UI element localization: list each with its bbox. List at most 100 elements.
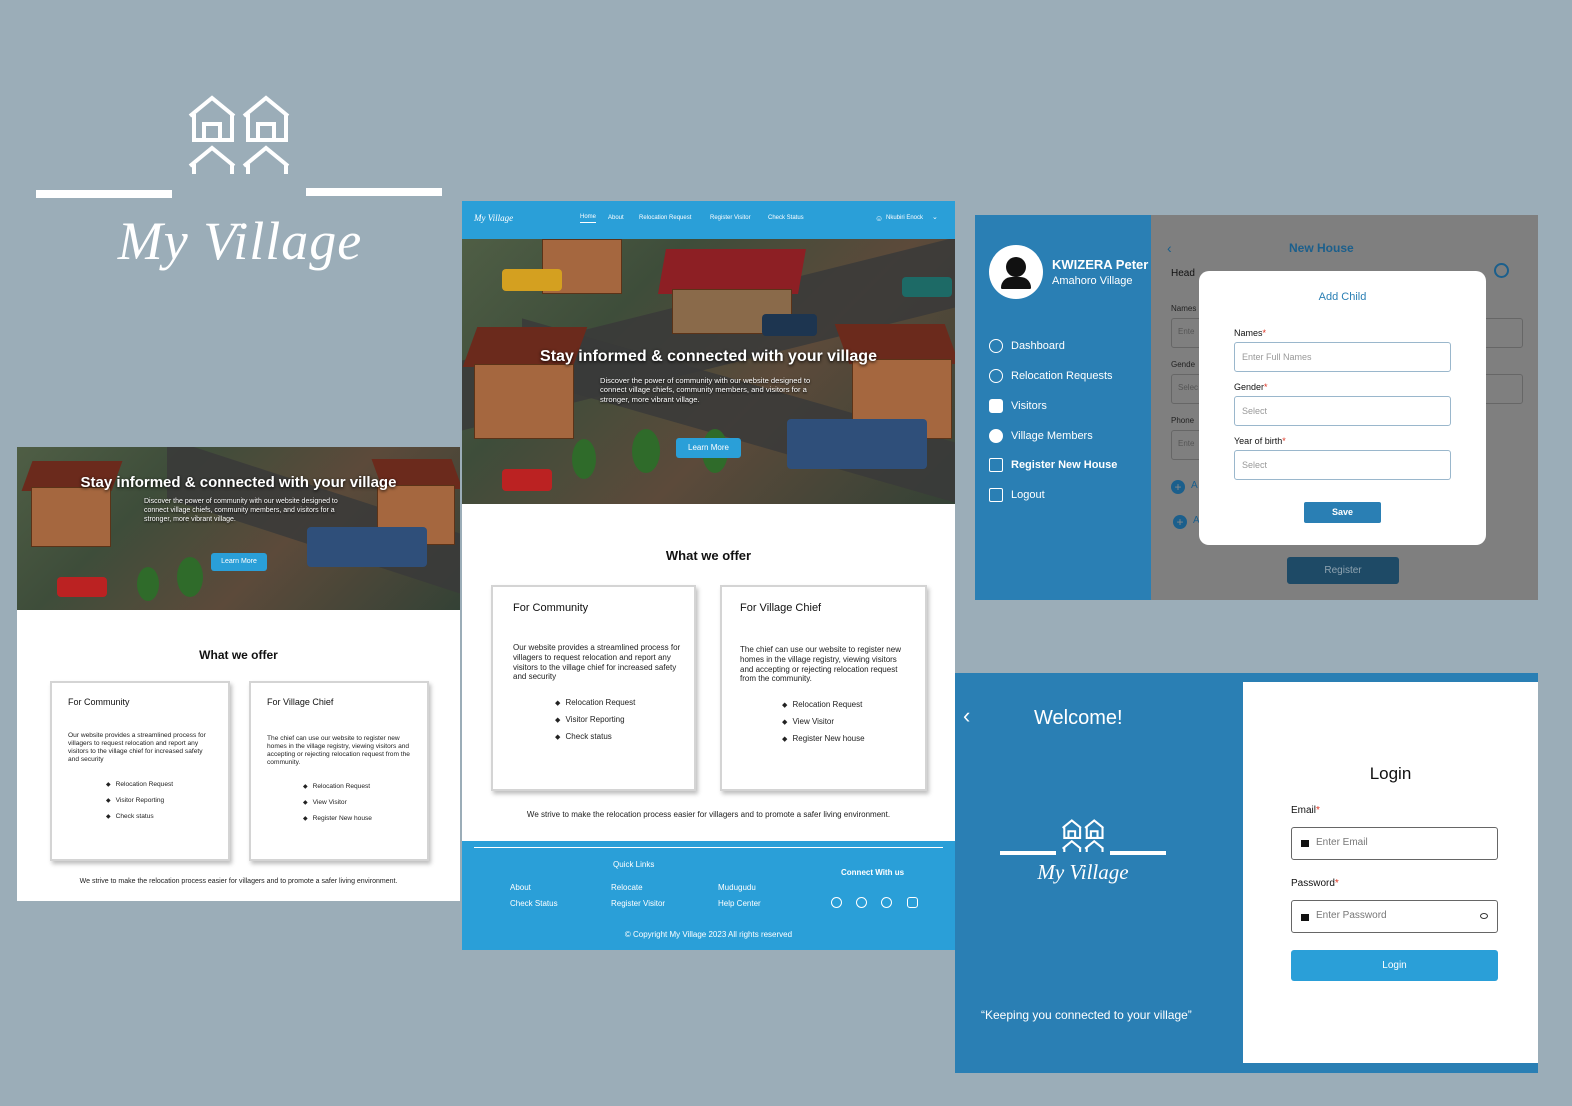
page-title: New House: [1289, 241, 1354, 255]
right-field-bg-1: [1481, 318, 1523, 348]
password-placeholder: Enter Password: [1316, 910, 1387, 921]
password-field[interactable]: Enter Password: [1291, 900, 1498, 933]
login-title: Login: [1369, 764, 1412, 783]
village-houses-icon: [188, 95, 290, 174]
footer-link-register-visitor[interactable]: Register Visitor: [611, 899, 665, 908]
list-item: Register New house: [303, 811, 372, 827]
names-label: Names*: [1234, 328, 1267, 338]
menu-logout[interactable]: Logout: [989, 488, 1045, 502]
year-select[interactable]: Select: [1234, 450, 1451, 480]
nav-relocation-request[interactable]: Relocation Request: [639, 215, 691, 221]
nav-home[interactable]: Home: [580, 214, 597, 223]
user-village: Amahoro Village: [1052, 275, 1133, 287]
visitors-icon: [989, 399, 1003, 413]
list-item: Visitor Reporting: [106, 793, 173, 809]
card-title: For Village Chief: [740, 602, 822, 614]
sidebar: KWIZERA Peter Amahoro Village Dashboard …: [975, 215, 1151, 600]
register-button[interactable]: Register: [1287, 557, 1399, 584]
gender-select[interactable]: Select: [1234, 396, 1451, 426]
names-input[interactable]: Enter Full Names: [1234, 342, 1451, 372]
list-item: View Visitor: [782, 713, 865, 730]
small-hero-title: Stay informed & connected with your vill…: [80, 474, 397, 491]
nav-check-status[interactable]: Check Status: [768, 215, 804, 221]
nav-brand[interactable]: My Village: [474, 213, 513, 223]
welcome-text: Welcome!: [1034, 707, 1123, 729]
logo-text: My Village: [117, 211, 363, 271]
logo-line-left: [36, 190, 172, 198]
nav-about[interactable]: About: [608, 215, 624, 221]
card-list: Relocation Request View Visitor Register…: [303, 779, 372, 827]
quote: “Keeping you connected to your village”: [981, 1008, 1192, 1022]
user-icon: ☺: [875, 214, 884, 223]
twitter-icon[interactable]: [831, 897, 842, 908]
card-chief: For Village Chief The chief can use our …: [720, 585, 927, 791]
village-houses-icon: [1062, 819, 1104, 853]
hero-title: Stay informed & connected with your vill…: [540, 348, 877, 365]
back-arrow-icon[interactable]: ‹: [1167, 240, 1172, 256]
footer-link-about[interactable]: About: [510, 883, 531, 892]
logo-line-left: [1000, 851, 1056, 855]
hero-subtitle: Discover the power of community with our…: [600, 376, 811, 404]
list-item: View Visitor: [303, 795, 372, 811]
login-button[interactable]: Login: [1291, 950, 1498, 981]
footer-link-mudugudu[interactable]: Mudugudu: [718, 883, 756, 892]
login-page: ‹ Welcome! My Village “Keeping you conne…: [955, 673, 1538, 1073]
lock-icon: [1301, 914, 1309, 921]
footer-link-relocate[interactable]: Relocate: [611, 883, 643, 892]
learn-more-button[interactable]: Learn More: [676, 438, 741, 458]
back-icon[interactable]: ‹: [963, 703, 970, 729]
logo-line-right: [306, 188, 442, 196]
card-list: Relocation Request View Visitor Register…: [782, 696, 865, 747]
card-text: The chief can use our website to registe…: [267, 735, 410, 767]
list-item: Relocation Request: [782, 696, 865, 713]
menu-register-new-house[interactable]: Register New House: [989, 458, 1117, 472]
offer-heading: What we offer: [665, 548, 752, 563]
add-icon[interactable]: +: [1173, 515, 1187, 529]
list-item: Relocation Request: [303, 779, 372, 795]
card-community: For Community Our website provides a str…: [491, 585, 696, 791]
add-icon[interactable]: +: [1171, 480, 1185, 494]
small-learn-more-button[interactable]: Learn More: [211, 553, 267, 571]
year-label: Year of birth*: [1234, 436, 1286, 446]
members-icon: [989, 429, 1003, 443]
login-panel: Login Email* Enter Email Password* Enter…: [1243, 682, 1538, 1063]
email-placeholder: Enter Email: [1316, 837, 1368, 848]
right-field-bg-2: [1481, 374, 1523, 404]
logout-icon: [989, 488, 1003, 502]
facebook-icon[interactable]: [856, 897, 867, 908]
small-landing-page: Stay informed & connected with your vill…: [17, 447, 460, 901]
card-text: Our website provides a streamlined proce…: [68, 732, 206, 764]
dashboard-page: KWIZERA Peter Amahoro Village Dashboard …: [975, 215, 1538, 600]
email-label: Email*: [1291, 805, 1320, 816]
gender-label: Gende: [1171, 360, 1196, 369]
menu-village-members[interactable]: Village Members: [989, 429, 1093, 443]
list-item: Check status: [555, 728, 635, 745]
save-button[interactable]: Save: [1304, 502, 1381, 523]
connect-heading: Connect With us: [841, 868, 905, 877]
eye-off-icon[interactable]: [1480, 913, 1488, 919]
email-field[interactable]: Enter Email: [1291, 827, 1498, 860]
menu-visitors[interactable]: Visitors: [989, 399, 1047, 413]
nav-user[interactable]: Nkubiri Enock: [886, 215, 923, 221]
footer-link-help-center[interactable]: Help Center: [718, 899, 761, 908]
copyright: © Copyright My Village 2023 All rights r…: [624, 930, 793, 939]
linkedin-icon[interactable]: [881, 897, 892, 908]
small-card-community: For Community Our website provides a str…: [50, 681, 230, 861]
main-landing-page: My Village Home About Relocation Request…: [462, 201, 955, 950]
chevron-down-icon[interactable]: ⌄: [932, 213, 938, 221]
head-label: Head: [1171, 268, 1195, 279]
user-name: KWIZERA Peter: [1052, 257, 1149, 272]
menu-relocation-requests[interactable]: Relocation Requests: [989, 369, 1113, 383]
modal-title: Add Child: [1318, 291, 1367, 303]
list-item: Relocation Request: [106, 777, 174, 793]
menu-dashboard[interactable]: Dashboard: [989, 339, 1065, 353]
logo-line-right: [1110, 851, 1166, 855]
card-title: For Community: [513, 602, 589, 614]
card-text: The chief can use our website to registe…: [740, 645, 901, 684]
nav-register-visitor[interactable]: Register Visitor: [710, 215, 751, 221]
card-list: Relocation Request Visitor Reporting Che…: [106, 777, 174, 825]
instagram-icon[interactable]: [907, 897, 918, 908]
card-list: Relocation Request Visitor Reporting Che…: [555, 694, 636, 745]
settings-icon[interactable]: [1494, 263, 1509, 278]
footer-link-check-status[interactable]: Check Status: [510, 899, 558, 908]
